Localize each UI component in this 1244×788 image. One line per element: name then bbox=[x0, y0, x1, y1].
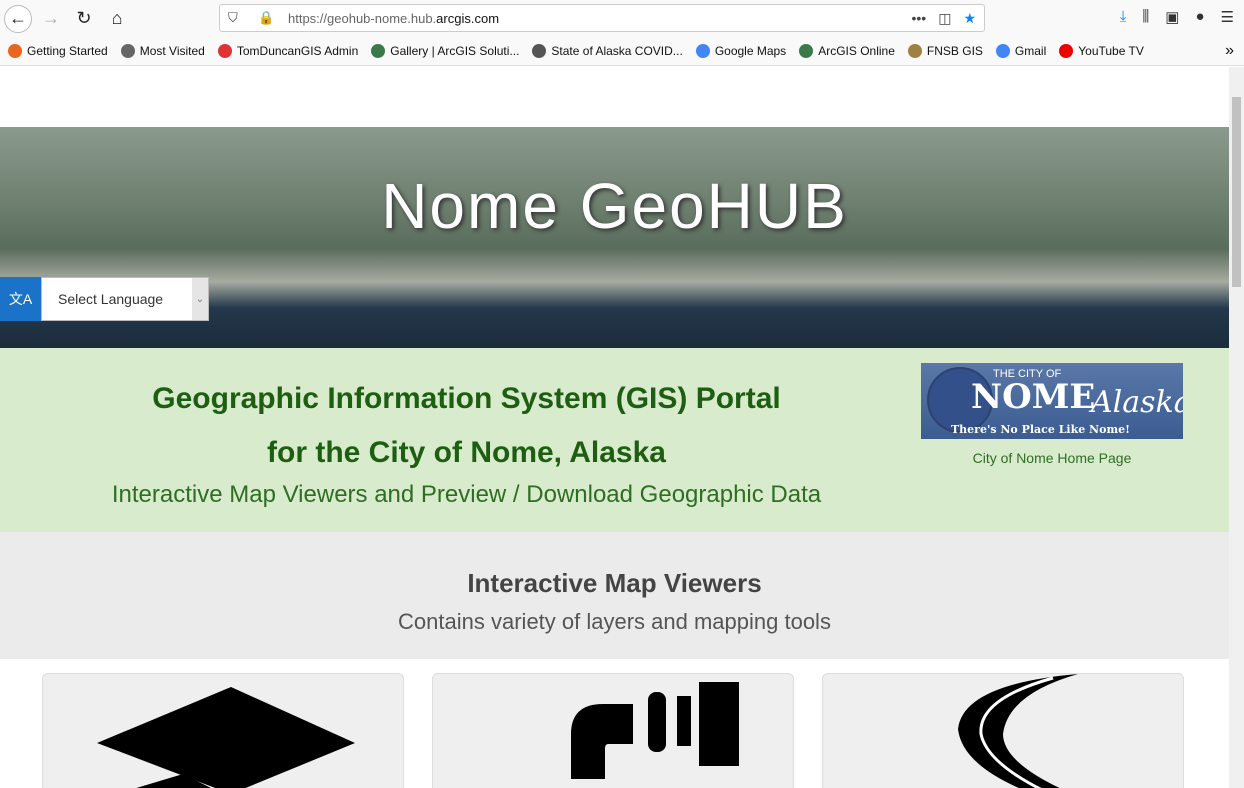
forward-button[interactable]: → bbox=[37, 5, 65, 33]
bookmark-label: State of Alaska COVID... bbox=[551, 44, 683, 58]
reload-button[interactable]: ↻ bbox=[70, 5, 98, 33]
bookmark-item[interactable]: Gmail bbox=[995, 44, 1047, 58]
bookmark-item[interactable]: Most Visited bbox=[120, 44, 205, 58]
intro-heading-1: Geographic Information System (GIS) Port… bbox=[152, 382, 781, 415]
bookmark-favicon-icon bbox=[799, 44, 814, 58]
language-select[interactable]: Select Language ⌄ bbox=[41, 277, 209, 321]
bookmark-favicon-icon bbox=[1059, 44, 1074, 58]
viewer-card-utilities[interactable] bbox=[432, 673, 794, 788]
road-icon bbox=[958, 674, 1078, 788]
bookmark-label: Getting Started bbox=[27, 44, 108, 58]
bookmark-label: FNSB GIS bbox=[926, 44, 983, 58]
chevron-down-icon: ⌄ bbox=[192, 278, 208, 320]
lock-icon: 🔒 bbox=[258, 10, 275, 25]
viewer-card-layers[interactable] bbox=[42, 673, 404, 788]
bookmark-label: ArcGIS Online bbox=[818, 44, 895, 58]
bookmark-item[interactable]: YouTube TV bbox=[1059, 44, 1144, 58]
bookmark-favicon-icon bbox=[907, 44, 922, 58]
scrollbar-thumb[interactable] bbox=[1232, 97, 1241, 287]
account-icon[interactable]: ● bbox=[1195, 8, 1204, 26]
bookmark-star-icon[interactable]: ★ bbox=[963, 10, 976, 27]
pipe-icon bbox=[571, 682, 739, 779]
address-bar[interactable]: ⛉ 🔒 https://geohub-nome.hub.arcgis.com •… bbox=[219, 4, 985, 32]
vertical-scrollbar[interactable] bbox=[1229, 67, 1244, 788]
intro-section: Geographic Information System (GIS) Port… bbox=[0, 348, 1229, 532]
bookmark-label: Gmail bbox=[1014, 44, 1047, 58]
bookmark-item[interactable]: State of Alaska COVID... bbox=[532, 44, 683, 58]
bookmark-favicon-icon bbox=[217, 44, 232, 58]
bookmark-favicon-icon bbox=[695, 44, 710, 58]
bookmark-item[interactable]: Google Maps bbox=[695, 44, 787, 58]
bookmark-label: Gallery | ArcGIS Soluti... bbox=[390, 44, 520, 58]
bookmark-label: YouTube TV bbox=[1078, 44, 1144, 58]
intro-subtitle: Interactive Map Viewers and Preview / Do… bbox=[111, 481, 822, 508]
bookmark-favicon-icon bbox=[995, 44, 1010, 58]
viewer-card-roads[interactable] bbox=[822, 673, 1184, 788]
library-icon[interactable]: ⫼ bbox=[1142, 8, 1149, 26]
page: Nome GeoHUB 文A Select Language ⌄ Geograph… bbox=[0, 67, 1229, 788]
menu-icon[interactable]: ☰ bbox=[1221, 8, 1234, 26]
browser-toolbar: ← → ↻ ⌂ ⛉ 🔒 https://geohub-nome.hub.arcg… bbox=[0, 0, 1244, 37]
bookmark-label: Google Maps bbox=[714, 44, 787, 58]
download-icon[interactable]: ⤓ bbox=[1120, 8, 1127, 26]
home-button[interactable]: ⌂ bbox=[103, 5, 131, 33]
map-viewers-header: Interactive Map Viewers Contains variety… bbox=[0, 532, 1229, 659]
section-subtitle: Contains variety of layers and mapping t… bbox=[398, 609, 831, 634]
bookmark-favicon-icon bbox=[532, 44, 547, 58]
sidebar-icon[interactable]: ▣ bbox=[1165, 8, 1179, 26]
bookmark-item[interactable]: Getting Started bbox=[8, 44, 108, 58]
pocket-icon[interactable]: ◫ bbox=[938, 10, 951, 27]
more-bookmarks-icon[interactable]: » bbox=[1225, 42, 1234, 60]
section-title: Interactive Map Viewers bbox=[467, 568, 762, 598]
bookmark-favicon-icon bbox=[8, 44, 22, 58]
bookmark-label: TomDuncanGIS Admin bbox=[236, 44, 359, 58]
bookmark-item[interactable]: FNSB GIS bbox=[907, 44, 983, 58]
city-home-link[interactable]: City of Nome Home Page bbox=[921, 450, 1183, 466]
language-selector[interactable]: 文A Select Language ⌄ bbox=[0, 277, 209, 321]
hero-banner: Nome GeoHUB 文A Select Language ⌄ bbox=[0, 127, 1229, 348]
bookmark-label: Most Visited bbox=[139, 44, 205, 58]
layers-icon bbox=[97, 687, 355, 788]
back-button[interactable]: ← bbox=[4, 4, 32, 33]
logo-text: Alaska bbox=[1091, 385, 1183, 420]
bookmark-favicon-icon bbox=[120, 44, 135, 58]
city-of-nome-logo[interactable]: THE CITY OF NOME Alaska There's No Place… bbox=[921, 363, 1183, 439]
shield-icon: ⛉ bbox=[228, 10, 238, 25]
url-text: https://geohub-nome.hub.arcgis.com bbox=[288, 10, 500, 26]
bookmark-item[interactable]: TomDuncanGIS Admin bbox=[217, 44, 359, 58]
logo-text: NOME bbox=[971, 377, 1096, 417]
site-title: Nome GeoHUB bbox=[381, 170, 848, 242]
logo-tagline: There's No Place Like Nome! bbox=[951, 423, 1130, 436]
bookmark-favicon-icon bbox=[371, 44, 386, 58]
more-icon[interactable]: ••• bbox=[911, 10, 926, 27]
bookmarks-bar: Getting Started Most Visited TomDuncanGIS … bbox=[0, 37, 1244, 66]
bookmark-item[interactable]: Gallery | ArcGIS Soluti... bbox=[371, 44, 519, 58]
bookmark-item[interactable]: ArcGIS Online bbox=[799, 44, 895, 58]
intro-heading-2: for the City of Nome, Alaska bbox=[267, 436, 666, 469]
translate-icon: 文A bbox=[0, 277, 41, 321]
